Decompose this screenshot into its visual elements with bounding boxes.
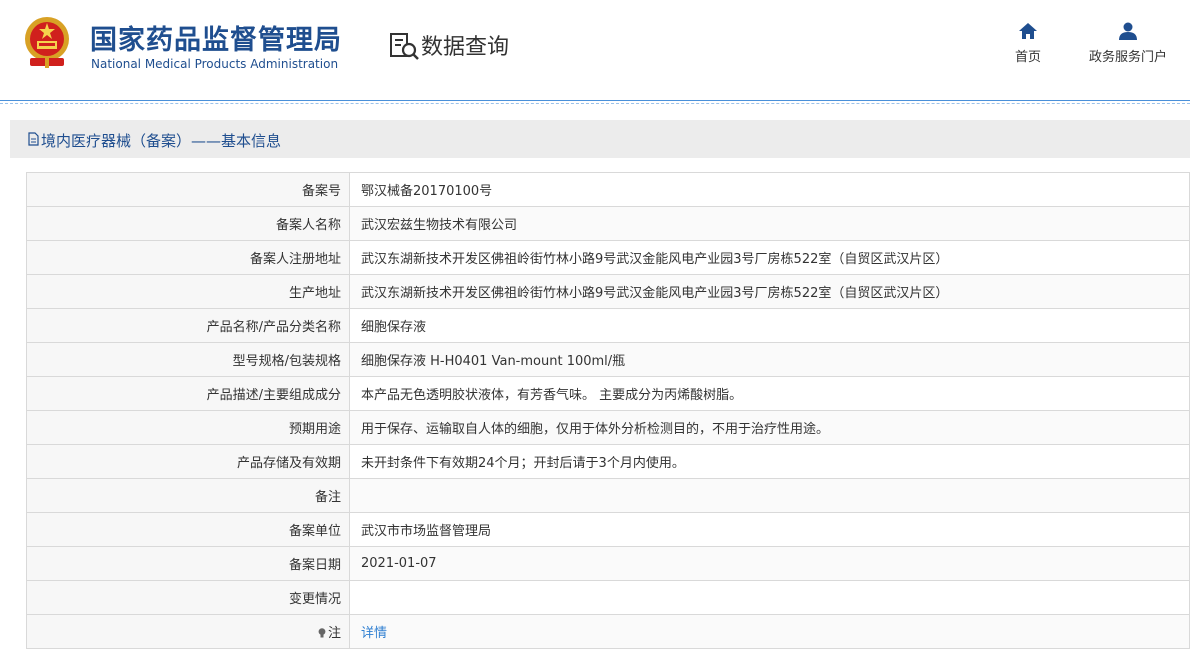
field-label: 型号规格/包装规格 [26, 342, 350, 377]
document-icon [28, 132, 39, 146]
table-row-note: 注 详情 [26, 614, 1190, 649]
nav-service-portal-label: 政务服务门户 [1088, 50, 1167, 65]
data-query-icon [390, 33, 419, 60]
table-row: 预期用途 用于保存、运输取自人体的细胞，仅用于体外分析检测目的，不用于治疗性用途。 [26, 410, 1190, 445]
record-info-table: 备案号 鄂汉械备20170100号 备案人名称 武汉宏兹生物技术有限公司 备案人注册地址… [26, 172, 1190, 649]
table-row: 备案号 鄂汉械备20170100号 [26, 172, 1190, 207]
field-label: 备案号 [26, 172, 350, 207]
field-label: 备案人名称 [26, 206, 350, 241]
field-label: 产品存储及有效期 [26, 444, 350, 479]
field-label: 变更情况 [26, 580, 350, 615]
agency-name-cn: 国家药品监督管理局 [90, 25, 342, 56]
bulb-icon [318, 628, 326, 638]
data-query-title: 数据查询 [421, 35, 510, 60]
table-row: 备案日期 2021-01-07 [26, 546, 1190, 581]
table-row: 产品存储及有效期 未开封条件下有效期24个月；开封后请于3个月内使用。 [26, 444, 1190, 479]
table-row: 备注 [26, 478, 1190, 513]
field-label: 生产地址 [26, 274, 350, 309]
table-row: 变更情况 [26, 580, 1190, 615]
field-label: 备案单位 [26, 512, 350, 547]
table-row: 备案人名称 武汉宏兹生物技术有限公司 [26, 206, 1190, 241]
table-row: 产品描述/主要组成成分 本产品无色透明胶状液体，有芳香气味。 主要成分为丙烯酸树脂… [26, 376, 1190, 411]
details-link[interactable]: 详情 [361, 626, 387, 641]
note-value-cell: 详情 [349, 614, 1190, 649]
user-icon [1119, 22, 1137, 40]
field-value: 未开封条件下有效期24个月；开封后请于3个月内使用。 [349, 444, 1190, 479]
header-divider [0, 100, 1190, 101]
nav-service-portal[interactable]: 政务服务门户 [1082, 22, 1174, 65]
nav-home[interactable]: 首页 [1010, 22, 1046, 65]
field-value: 细胞保存液 [349, 308, 1190, 343]
field-value: 武汉东湖新技术开发区佛祖岭街竹林小路9号武汉金能风电产业园3号厂房栋522室（自… [349, 274, 1190, 309]
table-row: 型号规格/包装规格 细胞保存液 H-H0401 Van-mount 100ml/瓶 [26, 342, 1190, 377]
field-value: 2021-01-07 [349, 546, 1190, 581]
field-label: 备注 [26, 478, 350, 513]
field-value: 用于保存、运输取自人体的细胞，仅用于体外分析检测目的，不用于治疗性用途。 [349, 410, 1190, 445]
field-value: 武汉宏兹生物技术有限公司 [349, 206, 1190, 241]
note-label-cell: 注 [26, 614, 350, 649]
field-value: 本产品无色透明胶状液体，有芳香气味。 主要成分为丙烯酸树脂。 [349, 376, 1190, 411]
field-label: 预期用途 [26, 410, 350, 445]
section-title: 境内医疗器械（备案）——基本信息 [41, 132, 282, 150]
section-header: 境内医疗器械（备案）——基本信息 [10, 120, 1190, 158]
nav-home-label: 首页 [1014, 50, 1041, 65]
table-row: 备案人注册地址 武汉东湖新技术开发区佛祖岭街竹林小路9号武汉金能风电产业园3号厂房… [26, 240, 1190, 275]
national-emblem-icon [25, 17, 69, 68]
home-icon [1019, 23, 1037, 39]
header-divider-dashed [0, 103, 1190, 105]
field-value: 细胞保存液 H-H0401 Van-mount 100ml/瓶 [349, 342, 1190, 377]
field-label: 备案日期 [26, 546, 350, 581]
field-value: 武汉东湖新技术开发区佛祖岭街竹林小路9号武汉金能风电产业园3号厂房栋522室（自… [349, 240, 1190, 275]
field-value [349, 478, 1190, 513]
site-header: 国家药品监督管理局 National Medical Products Admi… [0, 0, 1190, 100]
field-label: 产品描述/主要组成成分 [26, 376, 350, 411]
field-value: 鄂汉械备20170100号 [349, 172, 1190, 207]
field-label: 产品名称/产品分类名称 [26, 308, 350, 343]
note-label: 注 [327, 626, 341, 641]
field-value [349, 580, 1190, 615]
agency-name-en: National Medical Products Administration [91, 57, 339, 71]
field-label: 备案人注册地址 [26, 240, 350, 275]
table-row: 生产地址 武汉东湖新技术开发区佛祖岭街竹林小路9号武汉金能风电产业园3号厂房栋52… [26, 274, 1190, 309]
field-value: 武汉市市场监督管理局 [349, 512, 1190, 547]
table-row: 备案单位 武汉市市场监督管理局 [26, 512, 1190, 547]
table-row: 产品名称/产品分类名称 细胞保存液 [26, 308, 1190, 343]
